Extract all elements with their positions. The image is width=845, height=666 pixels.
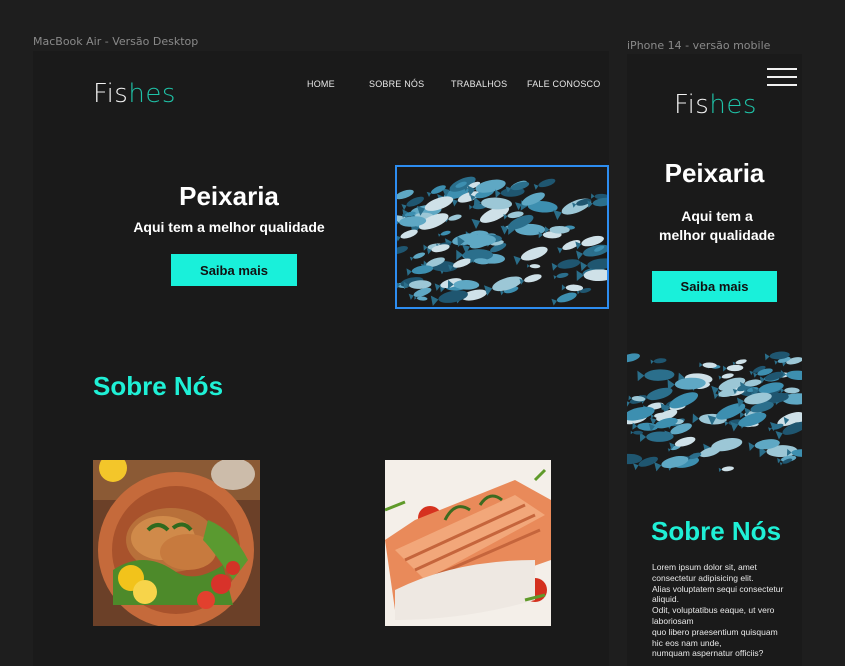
mobile-hero-subtitle-line-2: melhor qualidade [659,227,775,243]
salmon-fillet-photo [385,460,551,626]
logo[interactable]: Fishes [93,79,176,109]
hero-title: Peixaria [179,181,279,211]
fish-shape [533,178,556,190]
mobile-logo-part-2: hes [709,90,757,120]
fish-shape [650,358,667,364]
fish-shape [722,364,744,372]
fish-shape [519,274,542,285]
mobile-logo[interactable]: Fishes [674,90,757,120]
mobile-hero-subtitle: Aqui tem a melhor qualidade [627,207,802,245]
fish-shape [551,259,581,271]
fish-shape [780,387,800,394]
fish-shape [732,359,747,366]
fish-shape [406,265,434,276]
mobile-hero-title: Peixaria [664,158,765,188]
fish-shape [409,252,426,261]
fish-shape [627,353,640,363]
fish-shape [654,455,689,472]
fish-shape [527,263,541,269]
fish-shape [551,292,577,306]
about-text-line: numquam aspernatur officiis? [652,648,764,659]
nav-item-home[interactable]: HOME [307,79,335,89]
fish-shape [397,229,418,242]
fish-shape [718,466,734,472]
grilled-fish-plate-photo [93,460,260,626]
about-text-line: consectetur adipisicing elit. [652,572,754,583]
fish-shape [630,430,644,435]
about-text-line: quo libero praesentium quisquam [652,626,778,637]
mobile-logo-part-1: Fis [674,90,710,120]
fish-shape [637,369,675,382]
fish-shape [561,284,584,292]
mobile-hero-subtitle-line-1: Aqui tem a [681,208,753,224]
desktop-frame-label: MacBook Air - Versão Desktop [33,35,199,48]
fish-shape [553,272,569,280]
nav-item-sobre-nos[interactable]: SOBRE NÓS [369,79,424,89]
about-text: Lorem ipsum dolor sit, amet consectetur … [652,562,802,659]
hamburger-menu-icon[interactable] [767,68,797,86]
fish-shape [576,269,609,282]
about-text-line: hic eos nam unde, [652,637,722,648]
saiba-mais-button[interactable]: Saiba mais [171,254,297,286]
fish-shape [437,230,451,237]
about-text-line: Lorem ipsum dolor sit, amet [652,562,757,572]
mobile-fish-school-image [627,339,802,480]
fish-shape [483,276,523,296]
fish-shape [513,246,548,266]
about-title: Sobre Nós [93,371,224,401]
mobile-saiba-mais-button[interactable]: Saiba mais [652,271,777,302]
mobile-about-title: Sobre Nós [651,516,782,546]
fish-shape [699,362,717,368]
mobile-frame-label: iPhone 14 - versão mobile [627,39,771,52]
fish-school-image [397,167,609,307]
logo-part-1: Fis [93,79,129,109]
fish-shape [456,249,494,261]
about-text-line: laboriosam [652,615,694,626]
about-text-line: Odit, voluptatibus eaque, ut vero [652,605,775,616]
logo-part-2: hes [128,79,176,109]
about-text-line: aliquid. [652,594,679,605]
mobile-frame: Fishes Peixaria Aqui tem a melhor qualid… [627,54,802,666]
nav-item-fale-conosco[interactable]: FALE CONOSCO [527,79,600,89]
desktop-frame: Fishes HOME SOBRE NÓS TRABALHOS FALE CON… [33,51,609,666]
fish-shape [780,369,802,380]
fish-shape [397,246,408,255]
nav-item-trabalhos[interactable]: TRABALHOS [451,79,507,89]
about-text-line: Alias voluptatem sequi consectetur [652,583,784,594]
hero-subtitle: Aqui tem a melhor qualidade [133,219,325,235]
fish-shape [639,431,674,442]
fish-shape [430,290,468,306]
